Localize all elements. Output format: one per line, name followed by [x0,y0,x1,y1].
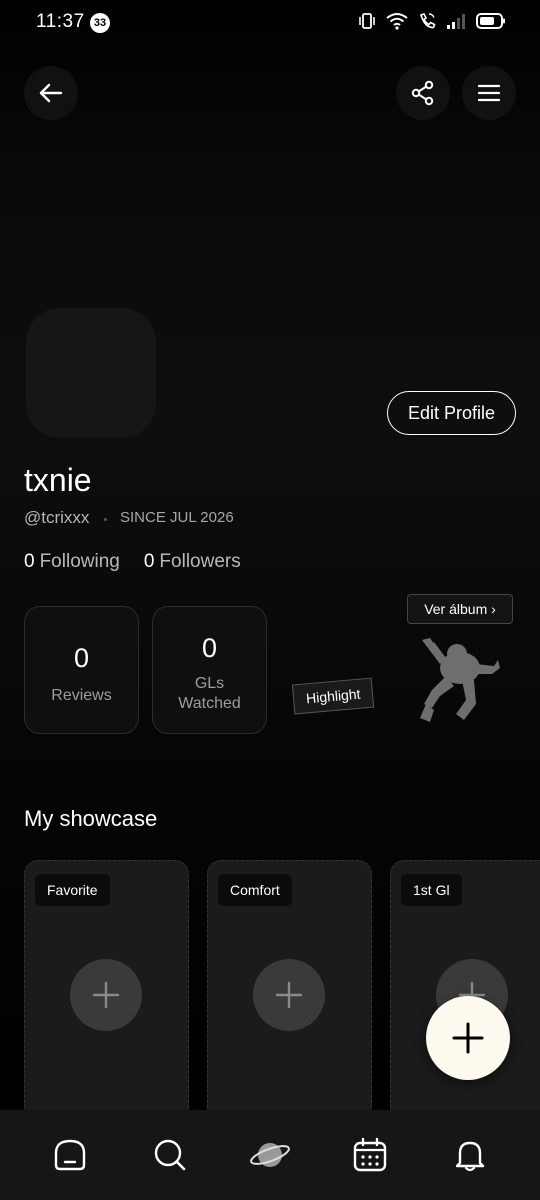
status-icons [358,12,506,30]
notification-count-badge: 33 [90,13,110,33]
followers-label: Followers [159,551,241,572]
create-fab-button[interactable] [426,996,510,1080]
nav-search[interactable] [145,1130,195,1180]
bell-icon [455,1141,485,1172]
astronaut-figure-icon [420,638,500,722]
follow-stats: 0 Following 0 Followers [24,551,241,573]
plus-icon [452,1022,484,1054]
status-bar: 11:37 33 [0,0,540,46]
battery-icon [476,13,505,29]
nav-notifications[interactable] [445,1130,495,1180]
followers-count: 0 [143,551,155,572]
edit-profile-button[interactable]: Edit Profile [387,391,516,435]
wifi-icon [386,13,408,30]
nav-home[interactable] [45,1130,95,1180]
status-time: 11:37 [36,11,85,32]
gls-watched-count: 0 [201,633,218,663]
member-since: SINCE JUL 2026 [120,509,234,526]
separator-dot [104,518,107,521]
reviews-label: Reviews [51,687,112,704]
plus-icon [275,981,303,1009]
share-button[interactable] [396,66,450,120]
showcase-card-first-gl[interactable]: 1st Gl [390,860,540,1130]
calendar-icon [353,1137,387,1172]
gls-watched-label: GLs Watched [178,675,241,712]
search-icon [154,1139,186,1171]
arrow-left-icon [39,83,63,103]
hamburger-menu-icon [477,84,501,102]
following-link[interactable]: 0 Following [24,551,120,573]
menu-button[interactable] [462,66,516,120]
wifi-call-icon [420,13,436,29]
reviews-count: 0 [73,643,90,673]
back-button[interactable] [24,66,78,120]
following-count: 0 [24,551,35,572]
ver-album-button[interactable]: Ver álbum › [407,594,513,624]
user-handle: @tcrixxx [24,508,90,527]
nav-explore[interactable] [245,1130,295,1180]
planet-icon [250,1143,290,1167]
showcase-tag: Comfort [218,874,292,906]
following-label: Following [39,551,120,572]
avatar[interactable] [26,308,156,438]
add-showcase-button[interactable] [70,959,142,1031]
share-icon [411,80,434,106]
gls-watched-card[interactable]: 0 GLs Watched [152,606,267,734]
showcase-title: My showcase [24,806,158,831]
followers-link[interactable]: 0 Followers [144,551,241,573]
reviews-card[interactable]: 0 Reviews [24,606,139,734]
add-showcase-button[interactable] [253,959,325,1031]
signal-icon [447,14,465,29]
home-icon [54,1139,86,1171]
showcase-tag: Favorite [35,874,110,906]
username: txnie [24,462,92,498]
showcase-card-comfort[interactable]: Comfort [207,860,372,1130]
bottom-navigation [0,1110,540,1200]
plus-icon [92,981,120,1009]
nav-calendar[interactable] [345,1130,395,1180]
showcase-card-favorite[interactable]: Favorite [24,860,189,1130]
vibrate-icon [359,13,375,29]
showcase-tag: 1st Gl [401,874,462,906]
